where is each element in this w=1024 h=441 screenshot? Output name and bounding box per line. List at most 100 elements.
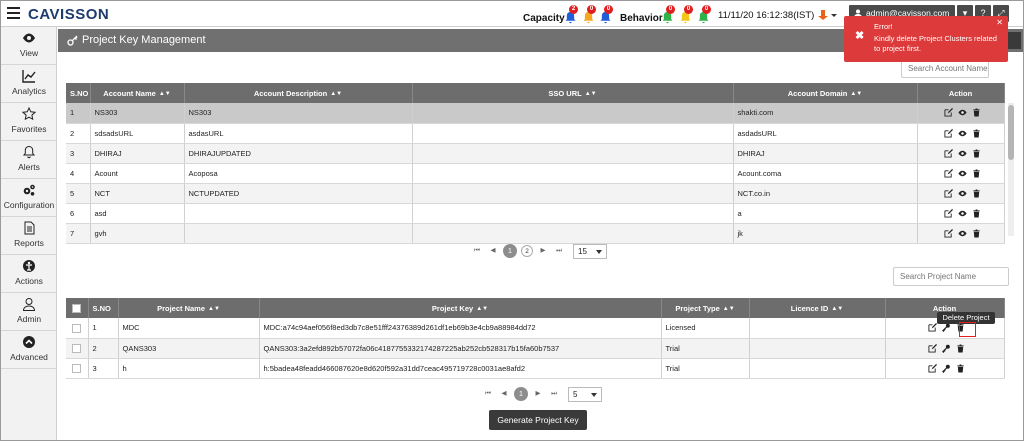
- last-page-icon[interactable]: ⏭: [548, 388, 560, 400]
- behavior-minor-bell-icon[interactable]: 0: [697, 5, 711, 24]
- menu-icon[interactable]: [7, 7, 20, 19]
- cell-sso-url: [412, 163, 734, 184]
- cell-checkbox[interactable]: [66, 338, 89, 359]
- table-row[interactable]: 6 asd a: [66, 203, 1005, 224]
- key-icon[interactable]: [942, 364, 951, 373]
- edit-icon[interactable]: [928, 343, 937, 353]
- generate-project-key-button[interactable]: Generate Project Key: [489, 410, 587, 430]
- sidebar-item-alerts[interactable]: Alerts: [1, 141, 57, 179]
- delete-icon[interactable]: [972, 148, 981, 158]
- sidebar-item-view[interactable]: View: [1, 27, 57, 65]
- table-row[interactable]: 1 NS303 NS303 shakti.com: [66, 103, 1005, 124]
- col-account-description[interactable]: Account Description ▲▼: [184, 83, 413, 103]
- table-row[interactable]: 5 NCT NCTUPDATED NCT.co.in: [66, 183, 1005, 204]
- delete-icon[interactable]: [956, 343, 965, 353]
- edit-icon[interactable]: [944, 108, 953, 117]
- col-project-name[interactable]: Project Name ▲▼: [118, 298, 260, 318]
- table-row[interactable]: 3 h h:5badea48feadd466087620e8d620f592a31d…: [66, 358, 1005, 379]
- next-page-icon[interactable]: ▶: [537, 245, 549, 257]
- edit-icon[interactable]: [944, 128, 953, 138]
- cell-account-domain: asdadsURL: [733, 123, 918, 144]
- col-licence-id[interactable]: Licence ID ▲▼: [749, 298, 886, 318]
- table-row[interactable]: 2 sdsadsURL asdasURL asdadsURL: [66, 123, 1005, 144]
- delete-icon[interactable]: [972, 168, 981, 178]
- delete-icon[interactable]: [956, 363, 965, 373]
- sidebar-item-favorites[interactable]: Favorites: [1, 103, 57, 141]
- behavior-critical-bell-icon[interactable]: 0: [661, 5, 675, 24]
- sidebar-item-actions[interactable]: Actions: [1, 255, 57, 293]
- edit-icon[interactable]: [944, 148, 953, 158]
- delete-icon[interactable]: [972, 188, 981, 198]
- key-icon[interactable]: [942, 344, 951, 353]
- delete-icon[interactable]: [972, 208, 981, 218]
- page-current[interactable]: 1: [503, 244, 517, 258]
- rows-per-page-select[interactable]: 5: [568, 386, 602, 402]
- last-page-icon[interactable]: ⏭: [553, 245, 565, 257]
- checkbox[interactable]: [72, 343, 82, 353]
- edit-icon[interactable]: [944, 208, 953, 218]
- view-icon[interactable]: [958, 108, 967, 117]
- account-table-scrollbar[interactable]: [1008, 103, 1014, 236]
- cell-sso-url: [412, 103, 734, 124]
- select-all-checkbox[interactable]: [66, 298, 89, 318]
- table-row[interactable]: 3 DHIRAJ DHIRAJUPDATED DHIRAJ: [66, 143, 1005, 164]
- rows-per-page-value: 15: [578, 246, 587, 256]
- download-icon[interactable]: [816, 8, 838, 22]
- cell-account-name: gvh: [90, 223, 185, 244]
- view-icon[interactable]: [958, 129, 967, 138]
- table-row[interactable]: 1 MDC MDC:a74c94aef056f8ed3db7c8e51fff2437…: [66, 318, 1005, 339]
- col-sso-url[interactable]: SSO URL ▲▼: [412, 83, 734, 103]
- delete-icon[interactable]: [972, 128, 981, 138]
- view-icon[interactable]: [958, 149, 967, 158]
- first-page-icon[interactable]: ⏮: [482, 388, 494, 400]
- edit-icon[interactable]: [944, 168, 953, 178]
- view-icon[interactable]: [958, 189, 967, 198]
- capacity-critical-bell-icon[interactable]: 2: [564, 5, 578, 24]
- sidebar-item-configuration[interactable]: Configuration: [1, 179, 57, 217]
- sidebar-item-reports[interactable]: Reports: [1, 217, 57, 255]
- edit-icon[interactable]: [928, 363, 937, 373]
- capacity-minor-bell-icon[interactable]: 0: [599, 5, 613, 24]
- delete-icon[interactable]: [972, 108, 981, 117]
- project-search-input[interactable]: [893, 267, 1009, 286]
- sidebar-item-analytics[interactable]: Analytics: [1, 65, 57, 103]
- cell-checkbox[interactable]: [66, 358, 89, 379]
- edit-icon[interactable]: [928, 323, 937, 332]
- rows-per-page-select[interactable]: 15: [573, 243, 607, 259]
- error-icon: ✖: [855, 30, 865, 42]
- table-row[interactable]: 2 QANS303 QANS303:3a2efd892b57072fa06c4187…: [66, 338, 1005, 359]
- col-account-name[interactable]: Account Name ▲▼: [90, 83, 185, 103]
- view-icon[interactable]: [958, 169, 967, 178]
- cell-account-name: sdsadsURL: [90, 123, 185, 144]
- delete-icon[interactable]: [972, 228, 981, 238]
- sidebar-item-advanced[interactable]: Advanced: [1, 331, 57, 369]
- col-project-key[interactable]: Project Key ▲▼: [259, 298, 662, 318]
- checkbox[interactable]: [72, 303, 82, 313]
- edit-icon[interactable]: [944, 188, 953, 198]
- edit-icon[interactable]: [944, 228, 953, 238]
- checkbox[interactable]: [72, 363, 82, 373]
- table-row[interactable]: 4 Acount Acoposa Acount.coma: [66, 163, 1005, 184]
- view-icon[interactable]: [958, 209, 967, 218]
- page-number[interactable]: 2: [521, 245, 533, 257]
- cell-checkbox[interactable]: [66, 318, 89, 339]
- col-account-domain[interactable]: Account Domain ▲▼: [733, 83, 918, 103]
- table-row[interactable]: 7 gvh jk: [66, 223, 1005, 244]
- first-page-icon[interactable]: ⏮: [471, 245, 483, 257]
- sidebar-item-admin[interactable]: Admin: [1, 293, 57, 331]
- page-current[interactable]: 1: [514, 387, 528, 401]
- col-label: Project Key: [431, 303, 474, 313]
- next-page-icon[interactable]: ▶: [532, 388, 544, 400]
- behavior-major-bell-icon[interactable]: 0: [679, 5, 693, 24]
- key-icon[interactable]: [942, 323, 951, 333]
- prev-page-icon[interactable]: ◀: [487, 245, 499, 257]
- checkbox[interactable]: [72, 323, 82, 333]
- view-icon[interactable]: [958, 229, 967, 238]
- toast-title: Error!: [874, 22, 893, 31]
- prev-page-icon[interactable]: ◀: [498, 388, 510, 400]
- capacity-major-bell-icon[interactable]: 0: [582, 5, 596, 24]
- col-project-type[interactable]: Project Type ▲▼: [661, 298, 750, 318]
- toast-close-icon[interactable]: ✕: [996, 18, 1003, 27]
- cell-sno: 6: [66, 203, 91, 224]
- sort-icon: ▲▼: [158, 90, 171, 97]
